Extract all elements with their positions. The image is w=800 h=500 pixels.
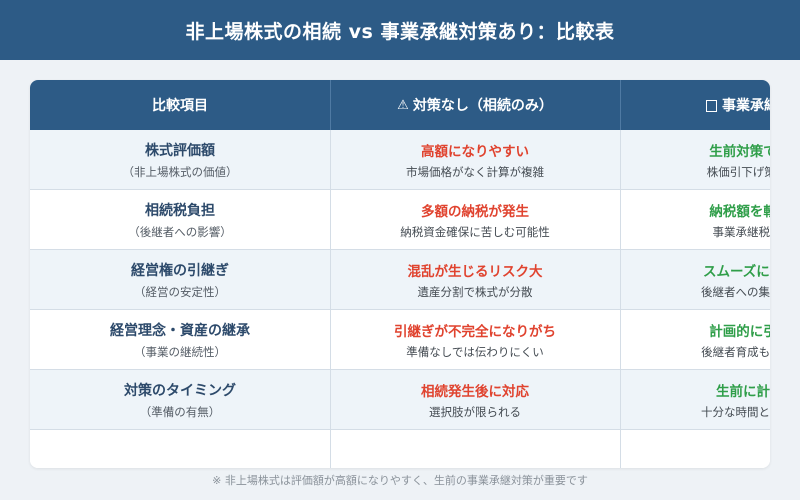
negative-description: 準備なしでは伝わりにくい	[406, 344, 544, 359]
item-subtitle: （非上場株式の価値）	[122, 164, 238, 179]
column-divider	[330, 430, 331, 468]
cell-with-measures: スムーズに移転できる後継者への集中管理が可能	[620, 250, 770, 309]
positive-description: 後継者への集中管理が可能	[701, 284, 770, 299]
cell-with-measures: 納税額を軽減できる事業承継税制等を活用	[620, 190, 770, 249]
header-with-measures-label: 事業承継対策あり	[722, 98, 770, 114]
cell-with-measures: 生前対策で圧縮可能株価引下げ策などを活用	[620, 130, 770, 189]
item-title: 株式評価額	[145, 142, 215, 159]
item-title: 経営理念・資産の継承	[110, 322, 250, 339]
cell-no-measures: 多額の納税が発生納税資金確保に苦しむ可能性	[330, 190, 620, 249]
item-subtitle: （事業の継続性）	[134, 344, 226, 359]
negative-outcome: 多額の納税が発生	[421, 203, 529, 220]
table-header-row: 比較項目 ⚠ 対策なし（相続のみ） 事業承継対策あり	[30, 80, 770, 130]
header-comparison-item: 比較項目	[152, 98, 208, 114]
cell-comparison-item: 相続税負担 （後継者への影響）	[30, 190, 330, 249]
column-divider	[620, 430, 621, 468]
positive-outcome: 納税額を軽減できる	[709, 203, 770, 220]
cell-no-measures: 高額になりやすい 市場価格がなく計算が複雑	[330, 130, 620, 189]
negative-outcome: 相続発生後に対応	[421, 383, 529, 400]
header-with-measures: 事業承継対策あり	[620, 80, 770, 130]
header-no-measures: ⚠ 対策なし（相続のみ）	[330, 80, 620, 130]
table-row: 株式評価額（非上場株式の価値）高額になりやすい市場価格がなく計算が複雑生前対策で…	[30, 130, 770, 190]
item-subtitle: （経営の安定性）	[134, 284, 226, 299]
table-row: 対策のタイミング（準備の有無）相続発生後に対応選択肢が限られる生前に計画・実行十…	[30, 370, 770, 430]
cell-no-measures: 引継ぎが不完全になりがち 準備なしでは伝わりにくい	[330, 310, 620, 369]
page-title: 非上場株式の相続 vs 事業承継対策あり：比較表	[0, 0, 800, 60]
negative-description: 遺産分割で株式が分散	[417, 284, 533, 299]
table-row: 相続税負担（後継者への影響）多額の納税が発生納税資金確保に苦しむ可能性納税額を軽…	[30, 190, 770, 250]
negative-description: 市場価格がなく計算が複雑	[406, 164, 544, 179]
negative-outcome: 高額になりやすい	[421, 143, 529, 160]
cell-comparison-item: 経営理念・資産の継承 （事業の継続性）	[30, 310, 330, 369]
positive-description: 株価引下げ策などを活用	[706, 164, 770, 179]
table-row: 経営理念・資産の継承 （事業の継続性） 引継ぎが不完全になりがち 準備なしでは伝わりに…	[30, 310, 770, 370]
positive-outcome: スムーズに移転できる	[702, 263, 770, 280]
checkbox-icon	[706, 100, 717, 112]
positive-description: 事業承継税制等を活用	[712, 224, 771, 239]
positive-description: 十分な時間と選択肢を確保	[701, 404, 770, 419]
item-title: 対策のタイミング	[124, 382, 236, 399]
footnote: ※ 非上場株式は評価額が高額になりやすく、生前の事業承継対策が重要です	[212, 474, 588, 487]
item-subtitle: （準備の有無）	[139, 404, 221, 419]
comparison-table: 比較項目 ⚠ 対策なし（相続のみ） 事業承継対策あり 株式評価額 （非上場株式の価…	[30, 80, 770, 468]
negative-outcome: 引継ぎが不完全になりがち	[394, 323, 556, 340]
item-subtitle: （後継者への影響）	[128, 224, 232, 239]
header-no-measures-label: 対策なし（相続のみ）	[412, 98, 553, 114]
negative-description: 納税資金確保に苦しむ可能性	[400, 224, 550, 239]
item-title: 経営権の引継ぎ	[131, 262, 229, 279]
positive-outcome: 生前に計画・実行	[716, 383, 770, 400]
cell-no-measures: 混乱が生じるリスク大 遺産分割で株式が分散	[330, 250, 620, 309]
empty-table-row	[30, 430, 770, 468]
cell-no-measures: 相続発生後に対応 選択肢が限られる	[330, 370, 620, 429]
cell-comparison-item: 経営権の引継ぎ （経営の安定性）	[30, 250, 330, 309]
negative-description: 選択肢が限られる	[429, 404, 521, 419]
cell-comparison-item: 対策のタイミング （準備の有無）	[30, 370, 330, 429]
warning-icon: ⚠	[397, 97, 409, 113]
cell-with-measures: 生前に計画・実行十分な時間と選択肢を確保	[620, 370, 770, 429]
table-row: 経営権の引継ぎ （経営の安定性） 混乱が生じるリスク大 遺産分割で株式が分散 スムーズに…	[30, 250, 770, 310]
negative-outcome: 混乱が生じるリスク大	[407, 263, 543, 280]
positive-outcome: 生前対策で圧縮可能	[709, 143, 770, 160]
cell-comparison-item: 株式評価額 （非上場株式の価値）	[30, 130, 330, 189]
cell-with-measures: 計画的に引継ぎ可能後継者育成も並行して実施	[620, 310, 770, 369]
positive-description: 後継者育成も並行して実施	[701, 344, 770, 359]
positive-outcome: 計画的に引継ぎ可能	[709, 323, 770, 340]
item-title: 相続税負担	[145, 202, 215, 219]
